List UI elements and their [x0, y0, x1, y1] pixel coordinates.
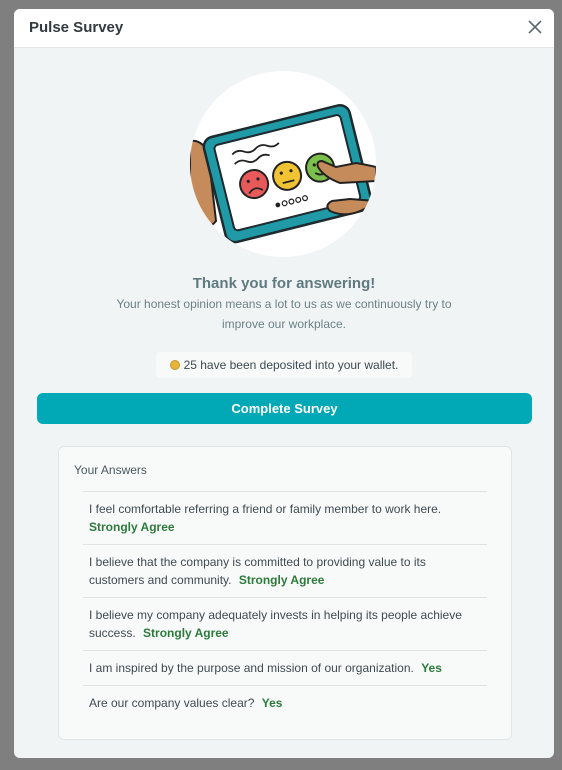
answer-question: I feel comfortable referring a friend or…	[89, 502, 442, 516]
pulse-survey-dialog: Pulse Survey Thank you for answering! Yo…	[14, 9, 554, 758]
answer-item: I believe that the company is committed …	[83, 544, 487, 597]
answer-value: Strongly Agree	[238, 573, 325, 587]
answer-item: Are our company values clear? Yes	[83, 685, 487, 720]
answer-value: Yes	[421, 661, 442, 675]
answer-question: I am inspired by the purpose and mission…	[89, 661, 414, 675]
answer-value: Strongly Agree	[89, 520, 175, 534]
wallet-deposit-text: 25 have been deposited into your wallet.	[183, 358, 399, 372]
answers-list: I feel comfortable referring a friend or…	[83, 491, 487, 720]
thank-you-message: Your honest opinion means a lot to us as…	[116, 297, 452, 331]
your-answers-card: Your Answers I feel comfortable referrin…	[58, 446, 512, 740]
thank-you-heading: Thank you for answering!	[192, 275, 376, 292]
survey-illustration	[190, 71, 376, 257]
answer-value: Strongly Agree	[143, 626, 229, 640]
answers-heading: Your Answers	[74, 463, 147, 477]
answer-question: Are our company values clear?	[89, 696, 255, 710]
close-icon[interactable]	[526, 18, 544, 36]
answer-value: Yes	[261, 696, 283, 710]
complete-survey-button[interactable]: Complete Survey	[37, 393, 532, 424]
wallet-deposit-notice: 25 have been deposited into your wallet.	[156, 352, 412, 378]
answer-item: I am inspired by the purpose and mission…	[83, 650, 487, 685]
dialog-title: Pulse Survey	[29, 19, 124, 36]
dialog-header: Pulse Survey	[14, 9, 554, 48]
answer-item: I believe my company adequately invests …	[83, 597, 487, 650]
coin-icon	[169, 360, 180, 370]
answer-item: I feel comfortable referring a friend or…	[83, 491, 487, 544]
